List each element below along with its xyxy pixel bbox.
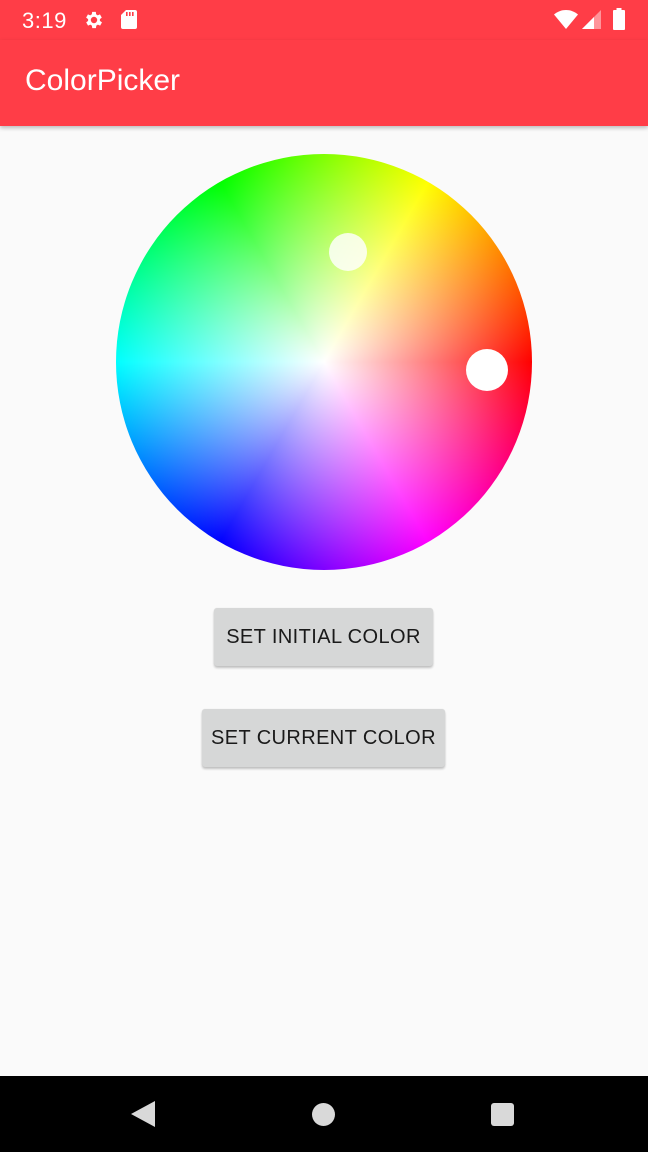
app-bar: ColorPicker	[0, 40, 648, 126]
current-color-handle[interactable]	[466, 349, 508, 391]
status-bar: 3:19	[0, 0, 648, 40]
sd-card-icon	[121, 10, 137, 29]
set-current-color-button[interactable]: SET CURRENT COLOR	[202, 709, 445, 767]
screen: 3:19 ColorPicker SET INITIAL COLOR SET C…	[0, 0, 648, 1152]
back-icon[interactable]	[131, 1101, 155, 1127]
status-time: 3:19	[22, 8, 67, 33]
navigation-bar	[0, 1076, 648, 1152]
gear-icon	[86, 11, 102, 29]
signal-icon	[582, 10, 601, 29]
initial-color-handle[interactable]	[329, 233, 367, 271]
wifi-icon	[554, 10, 578, 29]
app-title: ColorPicker	[25, 64, 181, 97]
battery-icon	[613, 8, 625, 30]
color-wheel[interactable]	[116, 154, 532, 570]
recents-icon[interactable]	[491, 1103, 514, 1126]
home-icon[interactable]	[312, 1103, 335, 1126]
set-initial-color-button[interactable]: SET INITIAL COLOR	[214, 608, 433, 666]
